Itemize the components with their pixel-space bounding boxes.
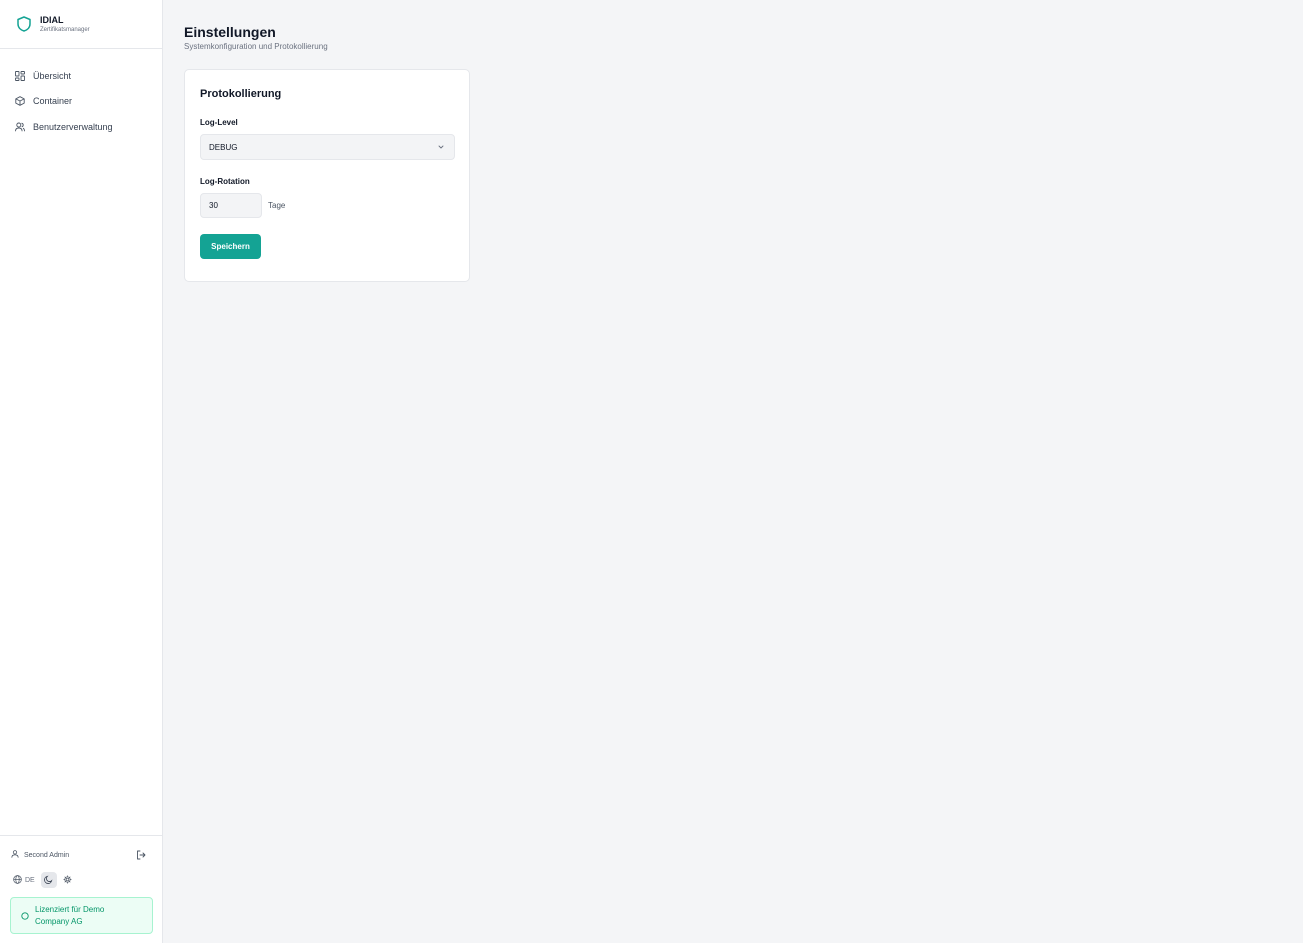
license-text: Lizenziert für Demo Company AG — [35, 904, 105, 926]
gear-icon — [63, 871, 72, 889]
log-level-value: DEBUG — [209, 142, 238, 152]
moon-icon — [44, 871, 53, 889]
user-icon — [11, 850, 19, 860]
tools-row: DE — [0, 869, 162, 891]
page-subtitle: Systemkonfiguration und Protokollierung — [184, 42, 328, 51]
log-rotation-input[interactable]: 30 — [200, 193, 262, 218]
globe-icon — [13, 874, 22, 886]
language-label: DE — [25, 876, 35, 884]
grid-icon — [15, 70, 25, 81]
log-rotation-unit: Tage — [268, 201, 286, 210]
settings-button[interactable] — [61, 873, 75, 887]
main-content: Einstellungen Systemkonfiguration und Pr… — [163, 0, 1303, 943]
app-name: IDIAL — [40, 14, 64, 25]
save-button[interactable]: Speichern — [200, 234, 261, 259]
app-shell: IDIAL Zertifikatsmanager Übersicht Conta… — [0, 0, 1303, 943]
sidebar-item-container[interactable]: Container — [0, 89, 162, 115]
sidebar-item-label: Übersicht — [33, 70, 72, 81]
box-icon — [15, 96, 25, 106]
users-icon — [15, 122, 25, 132]
card-title: Protokollierung — [200, 88, 282, 100]
chevron-down-icon — [437, 138, 445, 156]
dark-mode-toggle[interactable] — [40, 871, 57, 889]
sidebar-item-overview[interactable]: Übersicht — [0, 63, 162, 89]
log-rotation-row: 30 Tage — [200, 193, 454, 218]
logging-card: Protokollierung Log-Level DEBUG Log-Rota… — [184, 69, 470, 282]
log-level-label: Log-Level — [200, 118, 238, 127]
sidebar-nav: Übersicht Container Benutzerverwaltung — [0, 49, 162, 140]
user-name: Second Admin — [24, 851, 70, 859]
language-switcher[interactable]: DE — [11, 873, 37, 888]
logout-icon[interactable] — [134, 848, 148, 862]
license-badge: Lizenziert für Demo Company AG — [10, 897, 153, 934]
user-row: Second Admin — [0, 844, 162, 866]
app-subtitle: Zertifikatsmanager — [40, 26, 90, 33]
sidebar-item-label: Benutzerverwaltung — [33, 121, 113, 132]
log-level-select[interactable]: DEBUG — [200, 134, 455, 160]
log-rotation-label: Log-Rotation — [200, 177, 250, 186]
page-title: Einstellungen — [184, 24, 276, 40]
sidebar: IDIAL Zertifikatsmanager Übersicht Conta… — [0, 0, 163, 943]
brand: IDIAL Zertifikatsmanager — [0, 0, 162, 49]
shield-icon — [16, 15, 32, 33]
sidebar-footer: Second Admin DE Lizenziert für Demo Comp… — [0, 835, 162, 943]
status-circle-icon — [21, 907, 29, 925]
sidebar-item-label: Container — [33, 96, 73, 107]
sidebar-item-users[interactable]: Benutzerverwaltung — [0, 114, 162, 140]
